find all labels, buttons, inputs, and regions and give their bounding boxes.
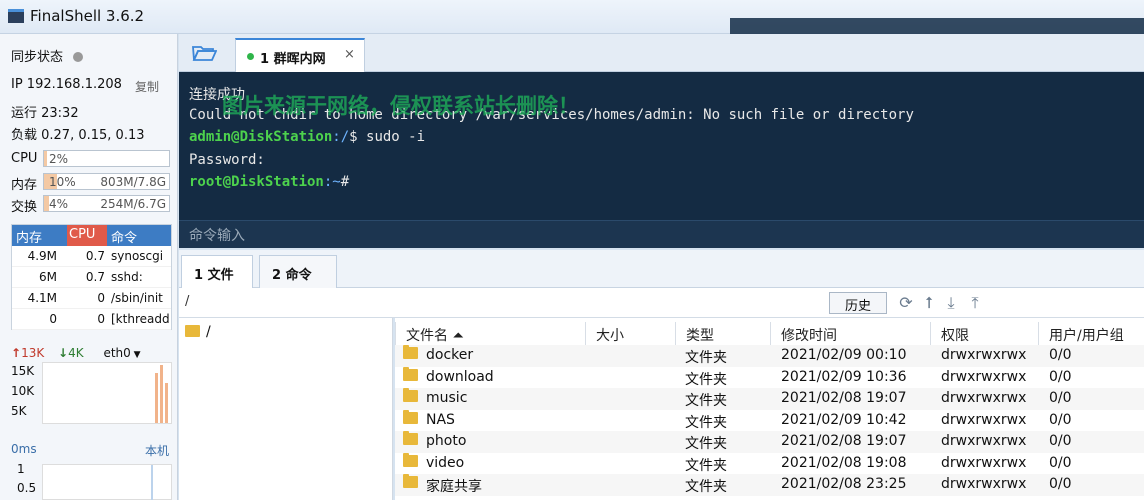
refresh-icon[interactable]: ⟳ (896, 293, 916, 313)
process-col-mem[interactable]: 内存 (16, 227, 42, 246)
column-header-owner[interactable]: 用户/用户组 (1038, 322, 1144, 346)
upload-icon[interactable]: ⤒ (965, 293, 985, 313)
folder-open-icon[interactable] (191, 43, 217, 63)
session-tab-bar: 1 群晖内网 × (179, 34, 1144, 72)
download-rate: 4K (68, 346, 84, 360)
net-tick: 10K (11, 384, 35, 398)
net-tick: 5K (11, 404, 27, 418)
column-header-mtime[interactable]: 修改时间 (770, 322, 930, 346)
cpu-meter: 2% (43, 150, 170, 167)
watermark-text: 图片来源于网络，侵权联系站长删除！ (222, 94, 579, 118)
folder-icon (185, 325, 200, 337)
mem-label: 内存 (11, 178, 38, 193)
command-input[interactable] (179, 220, 1144, 248)
chevron-down-icon[interactable]: ▼ (131, 350, 141, 360)
terminal-line: Password: (189, 152, 265, 168)
tab-session-1[interactable]: 1 群晖内网 × (235, 38, 365, 72)
latency-tick: 0.5 (17, 481, 37, 495)
process-row[interactable]: 4.9M 0.7 synoscgi (12, 246, 171, 267)
network-interface-select[interactable]: eth0 (103, 346, 130, 360)
file-row[interactable]: photo 文件夹 2021/02/08 19:07 drwxrwxrwx 0/… (395, 431, 1144, 453)
upload-arrow-icon: ↑ (11, 346, 22, 360)
latency-value: 0ms (11, 442, 37, 456)
history-button[interactable]: 历史 (829, 292, 887, 314)
file-row[interactable]: docker 文件夹 2021/02/09 00:10 drwxrwxrwx 0… (395, 345, 1144, 367)
ip-address: IP 192.168.1.208 (11, 77, 122, 92)
app-icon (8, 9, 24, 23)
file-rows: docker 文件夹 2021/02/09 00:10 drwxrwxrwx 0… (395, 345, 1144, 500)
tab-commands[interactable]: 2 命令 (259, 255, 337, 288)
folder-icon (403, 474, 418, 488)
folder-icon (403, 388, 418, 402)
upload-rate: 13K (21, 346, 45, 360)
latency-tick: 1 (17, 462, 25, 476)
status-panel: 同步状态 IP 192.168.1.208 复制 运行 23:32 负载 0.2… (0, 34, 178, 500)
tree-node-root[interactable]: / (185, 324, 211, 340)
folder-icon (403, 431, 418, 445)
latency-graph (42, 464, 172, 500)
process-row[interactable]: 0 0 [kthreadd (12, 309, 171, 330)
net-tick: 15K (11, 364, 35, 378)
sync-dot-icon (73, 52, 84, 62)
file-row[interactable]: NAS 文件夹 2021/02/09 10:42 drwxrwxrwx 0/0 (395, 409, 1144, 432)
network-graph-bar (160, 365, 163, 423)
process-col-cpu[interactable]: CPU (67, 225, 107, 246)
title-bar: FinalShell 3.6.2 (0, 0, 1144, 34)
file-row[interactable]: download 文件夹 2021/02/09 10:36 drwxrwxrwx… (395, 366, 1144, 389)
folder-icon (403, 409, 418, 424)
uptime: 运行 23:32 (11, 106, 79, 121)
download-icon[interactable]: ⤓ (941, 293, 961, 313)
download-arrow-icon: ↓ (58, 346, 69, 360)
network-graph-bar (155, 373, 158, 423)
folder-icon (403, 345, 418, 359)
swap-label: 交换 (11, 200, 38, 215)
connected-dot-icon (247, 53, 254, 60)
network-header: ↑13K ↓4K eth0 ▼ (11, 346, 173, 360)
process-row[interactable]: 6M 0.7 sshd: (12, 267, 171, 288)
folder-tree: / (179, 318, 393, 500)
swap-meter: 4% 254M/6.7G (43, 195, 170, 212)
process-table: 内存 CPU 命令 4.9M 0.7 synoscgi 6M 0.7 sshd:… (11, 224, 172, 330)
current-path[interactable]: / (185, 294, 189, 309)
path-bar: / 历史 ⟳ ⭡ ⤓ ⤒ (179, 288, 1144, 318)
process-col-cmd[interactable]: 命令 (111, 227, 137, 246)
column-header-name[interactable]: 文件名 ⏶ (395, 322, 585, 346)
close-icon[interactable]: × (344, 47, 355, 62)
latency-host[interactable]: 本机 (145, 442, 169, 459)
column-header-size[interactable]: 大小 (585, 322, 675, 346)
file-row[interactable]: video 文件夹 2021/02/08 19:08 drwxrwxrwx 0/… (395, 452, 1144, 475)
terminal-line: admin@DiskStation:/$ sudo -i (189, 129, 426, 145)
network-graph (42, 362, 172, 424)
mem-meter: 10% 803M/7.8G (43, 173, 170, 190)
copy-ip-button[interactable]: 复制 (135, 78, 159, 95)
file-row[interactable]: 家庭共享 文件夹 2021/02/08 23:25 drwxrwxrwx 0/0 (395, 474, 1144, 496)
tab-label: 1 群晖内网 (260, 52, 326, 67)
column-header-perm[interactable]: 权限 (930, 322, 1038, 346)
column-header-type[interactable]: 类型 (675, 322, 770, 346)
terminal-line: root@DiskStation:~# (189, 174, 350, 190)
bottom-tab-bar: 1 文件 2 命令 (179, 250, 1144, 288)
file-row[interactable]: music 文件夹 2021/02/08 19:07 drwxrwxrwx 0/… (395, 388, 1144, 410)
cpu-label: CPU (11, 151, 38, 166)
process-row[interactable]: 4.1M 0 /sbin/init (12, 288, 171, 309)
sync-status: 同步状态 (11, 46, 84, 65)
latency-graph-bar (151, 465, 153, 500)
process-table-header: 内存 CPU 命令 (12, 225, 171, 246)
cpu-meter-fill (44, 151, 47, 166)
window-title: FinalShell 3.6.2 (30, 7, 145, 25)
background-window (730, 18, 1144, 34)
folder-icon (403, 366, 418, 381)
folder-icon (403, 452, 418, 467)
up-directory-icon[interactable]: ⭡ (919, 293, 939, 313)
load-average: 负载 0.27, 0.15, 0.13 (11, 128, 145, 143)
file-list: 文件名 ⏶ 大小 类型 修改时间 权限 用户/用户组 docker 文件夹 20… (395, 318, 1144, 500)
tab-files[interactable]: 1 文件 (181, 255, 253, 288)
network-graph-bar (165, 383, 168, 423)
